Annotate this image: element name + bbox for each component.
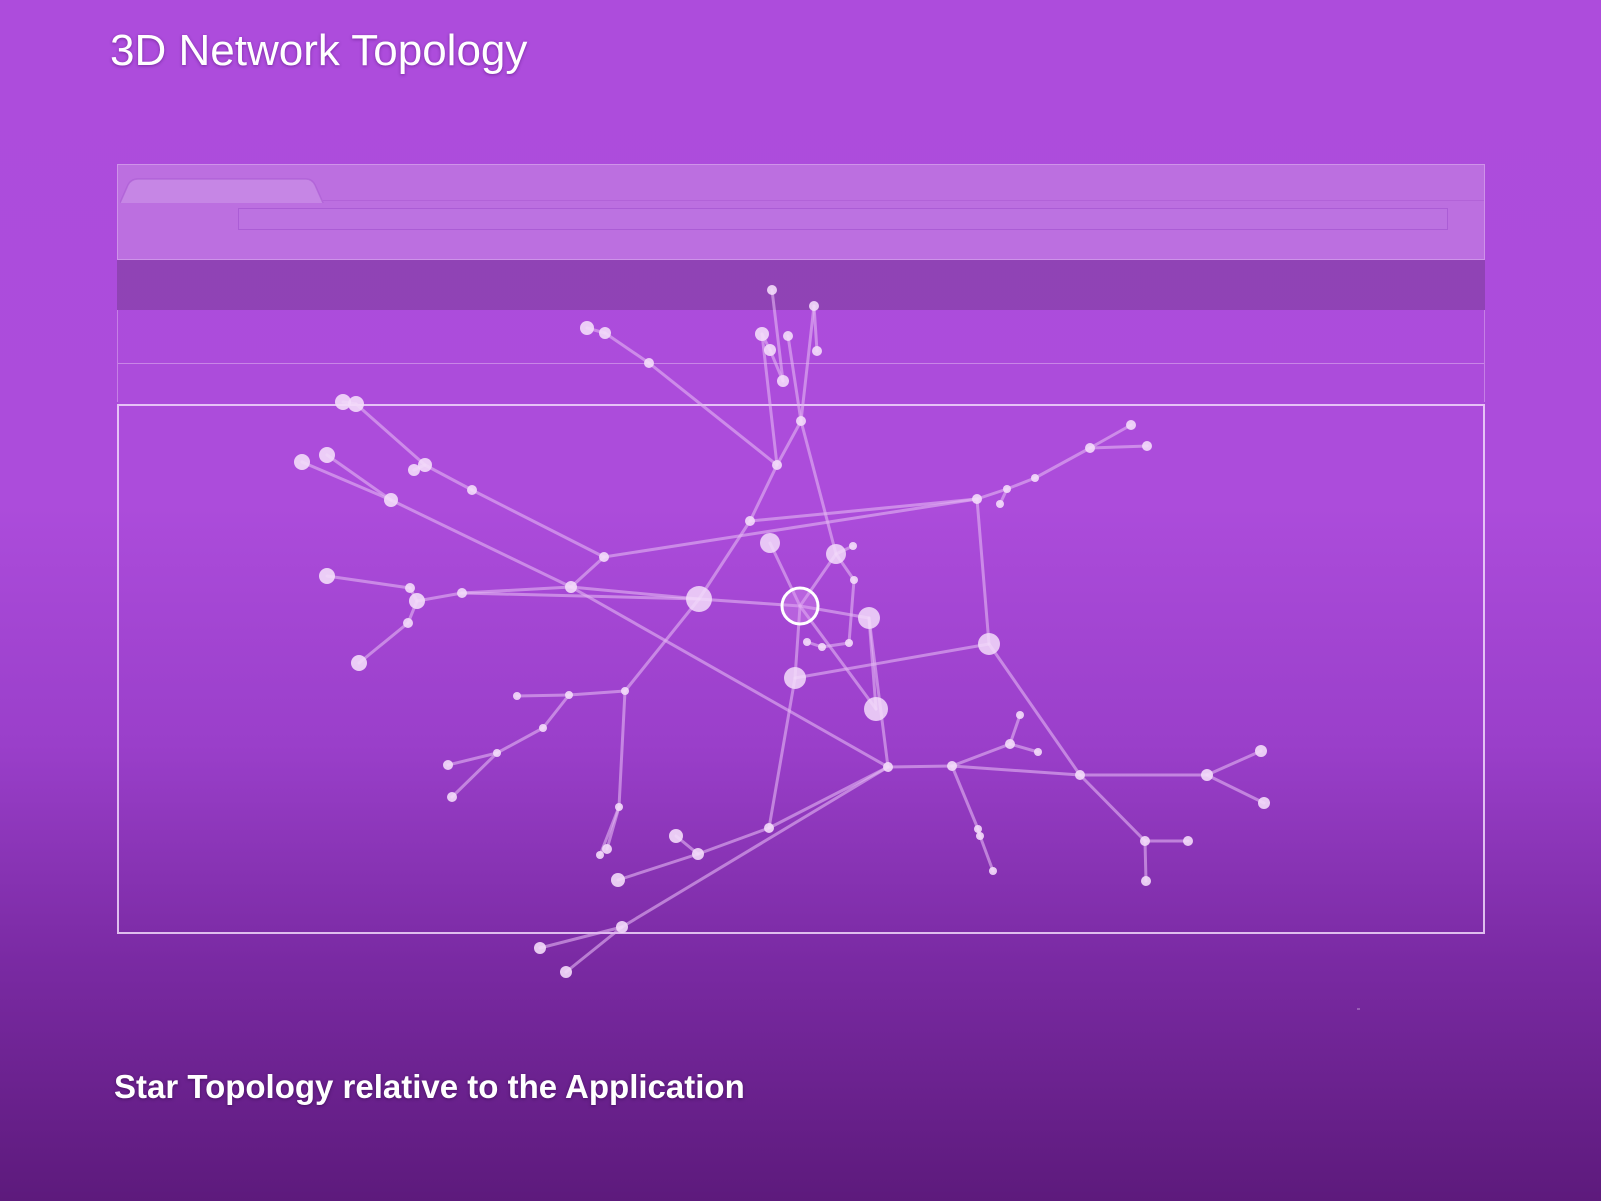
topology-node[interactable] — [599, 552, 609, 562]
topology-node[interactable] — [850, 576, 858, 584]
topology-node[interactable] — [1005, 739, 1015, 749]
background-speck — [1357, 1008, 1360, 1010]
topology-node[interactable] — [409, 593, 425, 609]
topology-node[interactable] — [976, 832, 984, 840]
topology-node[interactable] — [580, 321, 594, 335]
topology-node[interactable] — [818, 643, 826, 651]
topology-node[interactable] — [467, 485, 477, 495]
topology-node[interactable] — [335, 394, 351, 410]
topology-node[interactable] — [408, 464, 420, 476]
page-title: 3D Network Topology — [110, 26, 528, 75]
topology-node[interactable] — [457, 588, 467, 598]
topology-node[interactable] — [1140, 836, 1150, 846]
topology-node[interactable] — [1003, 485, 1011, 493]
topology-node[interactable] — [319, 447, 335, 463]
topology-node[interactable] — [783, 331, 793, 341]
topology-node[interactable] — [669, 829, 683, 843]
topology-node[interactable] — [319, 568, 335, 584]
topology-node[interactable] — [565, 691, 573, 699]
topology-node[interactable] — [826, 544, 846, 564]
topology-node[interactable] — [947, 761, 957, 771]
topology-node[interactable] — [513, 692, 521, 700]
caption: Star Topology relative to the Applicatio… — [114, 1068, 745, 1105]
topology-node[interactable] — [493, 749, 501, 757]
topology-node[interactable] — [989, 867, 997, 875]
topology-node[interactable] — [447, 792, 457, 802]
address-bar[interactable] — [238, 208, 1448, 230]
topology-node[interactable] — [403, 618, 413, 628]
browser-tab[interactable] — [120, 177, 330, 203]
topology-node[interactable] — [760, 533, 780, 553]
topology-node[interactable] — [405, 583, 415, 593]
topology-node[interactable] — [858, 607, 880, 629]
topology-node[interactable] — [621, 687, 629, 695]
topology-node[interactable] — [1201, 769, 1213, 781]
topology-node[interactable] — [764, 823, 774, 833]
topology-node[interactable] — [1255, 745, 1267, 757]
topology-node[interactable] — [686, 586, 712, 612]
topology-node[interactable] — [767, 285, 777, 295]
topology-node[interactable] — [1075, 770, 1085, 780]
topology-node[interactable] — [615, 803, 623, 811]
topology-node[interactable] — [777, 375, 789, 387]
topology-node[interactable] — [1258, 797, 1270, 809]
topology-node[interactable] — [1034, 748, 1042, 756]
topology-node[interactable] — [599, 327, 611, 339]
topology-node[interactable] — [864, 697, 888, 721]
topology-node[interactable] — [803, 638, 811, 646]
topology-node[interactable] — [755, 327, 769, 341]
topology-node[interactable] — [418, 458, 432, 472]
topology-node[interactable] — [796, 416, 806, 426]
topology-node[interactable] — [443, 760, 453, 770]
topology-node[interactable] — [294, 454, 310, 470]
topology-node[interactable] — [692, 848, 704, 860]
topology-node[interactable] — [974, 825, 982, 833]
topology-node[interactable] — [772, 460, 782, 470]
browser-chrome — [117, 164, 1485, 260]
topology-node[interactable] — [1016, 711, 1024, 719]
topology-node[interactable] — [745, 516, 755, 526]
topology-node[interactable] — [596, 851, 604, 859]
topology-node[interactable] — [849, 542, 857, 550]
topology-node[interactable] — [644, 358, 654, 368]
topology-node[interactable] — [560, 966, 572, 978]
topology-node[interactable] — [972, 494, 982, 504]
topology-node[interactable] — [1142, 441, 1152, 451]
topology-node[interactable] — [616, 921, 628, 933]
topology-node[interactable] — [883, 762, 893, 772]
topology-node[interactable] — [565, 581, 577, 593]
topology-node[interactable] — [539, 724, 547, 732]
topology-node[interactable] — [1183, 836, 1193, 846]
topology-node[interactable] — [1085, 443, 1095, 453]
selected-node-ring-icon[interactable] — [780, 586, 820, 626]
topology-node[interactable] — [764, 344, 776, 356]
topology-node[interactable] — [611, 873, 625, 887]
tab-strip-divider — [323, 200, 1484, 201]
topology-node[interactable] — [602, 844, 612, 854]
topology-node[interactable] — [812, 346, 822, 356]
topology-node[interactable] — [534, 942, 546, 954]
topology-node[interactable] — [809, 301, 819, 311]
topology-node[interactable] — [1031, 474, 1039, 482]
topology-node[interactable] — [351, 655, 367, 671]
topology-node[interactable] — [845, 639, 853, 647]
topology-node[interactable] — [1126, 420, 1136, 430]
topology-node[interactable] — [784, 667, 806, 689]
subbar-divider — [118, 363, 1484, 364]
application-browser-frame — [117, 164, 1485, 934]
application-subbar — [117, 310, 1485, 402]
topology-node[interactable] — [384, 493, 398, 507]
topology-node[interactable] — [996, 500, 1004, 508]
application-toolbar — [117, 260, 1485, 310]
topology-node[interactable] — [978, 633, 1000, 655]
topology-node[interactable] — [1141, 876, 1151, 886]
